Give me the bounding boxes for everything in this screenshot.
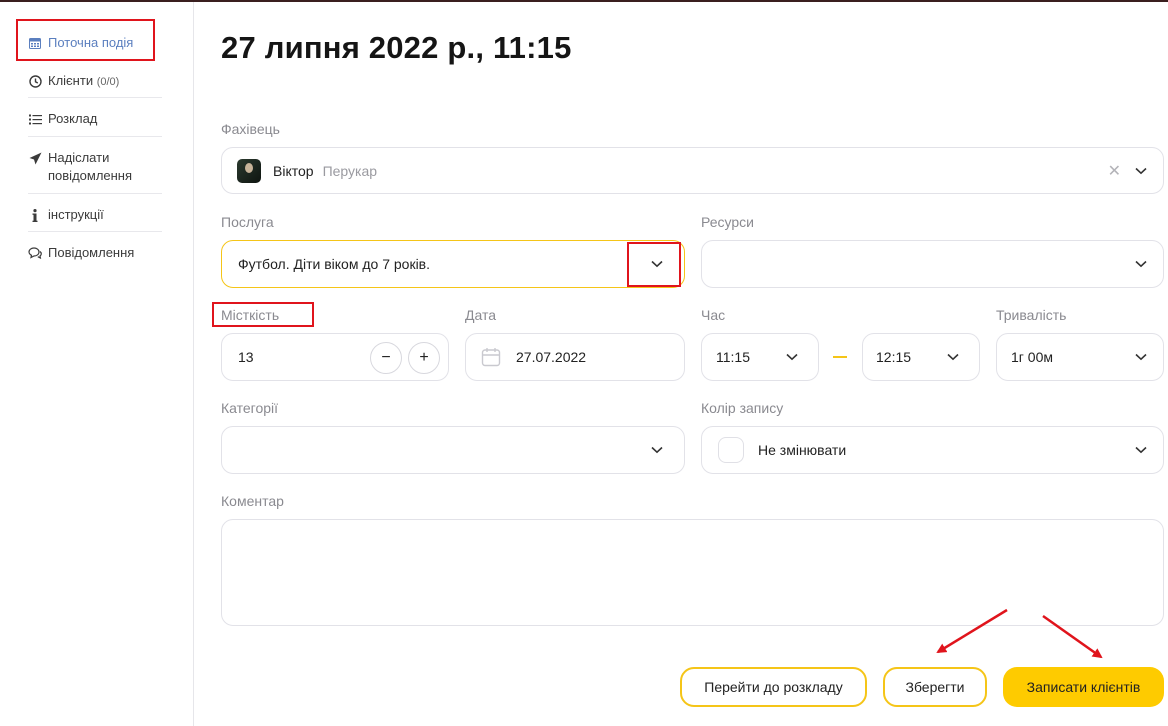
chevron-down-icon[interactable]: [651, 258, 663, 270]
sidebar-item-label: інструкції: [48, 207, 104, 222]
categories-label: Категорії: [221, 400, 279, 416]
sidebar: Поточна подія Клієнти (0/0) Розклад Наді…: [0, 2, 194, 726]
page-title: 27 липня 2022 р., 11:15: [221, 30, 572, 65]
date-label: Дата: [465, 307, 497, 323]
save-button[interactable]: Зберегти: [883, 667, 987, 707]
start-time-value: 11:15: [716, 349, 750, 365]
chevron-down-icon[interactable]: [1135, 258, 1147, 270]
capacity-value[interactable]: 13: [238, 349, 254, 365]
sidebar-item-current-event[interactable]: Поточна подія: [28, 34, 162, 52]
divider: [28, 193, 162, 194]
send-icon: [28, 149, 42, 167]
chevron-down-icon[interactable]: [1135, 351, 1147, 363]
sidebar-item-label: Розклад: [48, 111, 98, 126]
sidebar-item-schedule[interactable]: Розклад: [28, 110, 162, 128]
info-icon: [28, 206, 42, 224]
duration-label: Тривалість: [996, 307, 1067, 323]
resources-label: Ресурси: [701, 214, 754, 230]
specialist-role: Перукар: [322, 162, 378, 179]
specialist-label: Фахівець: [221, 121, 280, 137]
sidebar-item-instructions[interactable]: інструкції: [28, 206, 162, 224]
resources-select[interactable]: [701, 240, 1164, 288]
avatar: [237, 158, 261, 183]
calendar-icon: [481, 347, 501, 367]
divider: [28, 97, 162, 98]
color-swatch: [718, 437, 744, 463]
sidebar-item-send-message[interactable]: Надіслати повідомлення: [28, 149, 162, 185]
sidebar-item-label: Надіслати повідомлення: [48, 150, 133, 183]
date-picker[interactable]: 27.07.2022: [465, 333, 685, 381]
sidebar-item-clients[interactable]: Клієнти (0/0): [28, 72, 162, 91]
service-value: Футбол. Діти віком до 7 років.: [238, 256, 431, 272]
increment-button[interactable]: +: [408, 342, 440, 374]
record-color-value: Не змінювати: [758, 442, 847, 458]
record-color-label: Колір запису: [701, 400, 784, 416]
comment-textarea[interactable]: [221, 519, 1164, 626]
sidebar-item-label: Повідомлення: [48, 245, 135, 260]
duration-select[interactable]: 1г 00м: [996, 333, 1164, 381]
chevron-down-icon[interactable]: [786, 351, 798, 363]
list-icon: [28, 110, 42, 128]
divider: [28, 231, 162, 232]
go-to-schedule-button[interactable]: Перейти до розкладу: [680, 667, 867, 707]
divider: [28, 136, 162, 137]
specialist-select[interactable]: Віктор Перукар ✕: [221, 147, 1164, 194]
date-value: 27.07.2022: [516, 349, 587, 365]
end-time-value: 12:15: [876, 349, 912, 365]
sidebar-item-label: Клієнти (0/0): [48, 73, 120, 88]
chat-icon: [28, 244, 42, 262]
book-clients-button[interactable]: Записати клієнтів: [1003, 667, 1164, 707]
comment-label: Коментар: [221, 493, 284, 509]
calendar-icon: [28, 34, 42, 52]
clock-icon: [28, 72, 42, 90]
specialist-name: Віктор: [273, 162, 314, 179]
chevron-down-icon[interactable]: [1135, 444, 1147, 456]
chevron-down-icon[interactable]: [947, 351, 959, 363]
chevron-down-icon[interactable]: [1135, 165, 1147, 177]
categories-select[interactable]: [221, 426, 685, 474]
capacity-label: Місткість: [221, 307, 280, 323]
clients-count: (0/0): [96, 76, 120, 88]
sidebar-item-messages[interactable]: Повідомлення: [28, 244, 162, 262]
decrement-button[interactable]: −: [370, 342, 402, 374]
chevron-down-icon[interactable]: [651, 444, 663, 456]
capacity-stepper[interactable]: 13 − +: [221, 333, 449, 381]
start-time-select[interactable]: 11:15: [701, 333, 819, 381]
sidebar-item-label: Поточна подія: [48, 35, 134, 50]
time-range-separator: [833, 356, 847, 358]
clear-icon[interactable]: ✕: [1108, 161, 1121, 181]
end-time-select[interactable]: 12:15: [862, 333, 980, 381]
record-color-select[interactable]: Не змінювати: [701, 426, 1164, 474]
time-label: Час: [701, 307, 726, 323]
service-label: Послуга: [221, 214, 274, 230]
service-select[interactable]: Футбол. Діти віком до 7 років.: [221, 240, 685, 288]
duration-value: 1г 00м: [1011, 349, 1053, 365]
